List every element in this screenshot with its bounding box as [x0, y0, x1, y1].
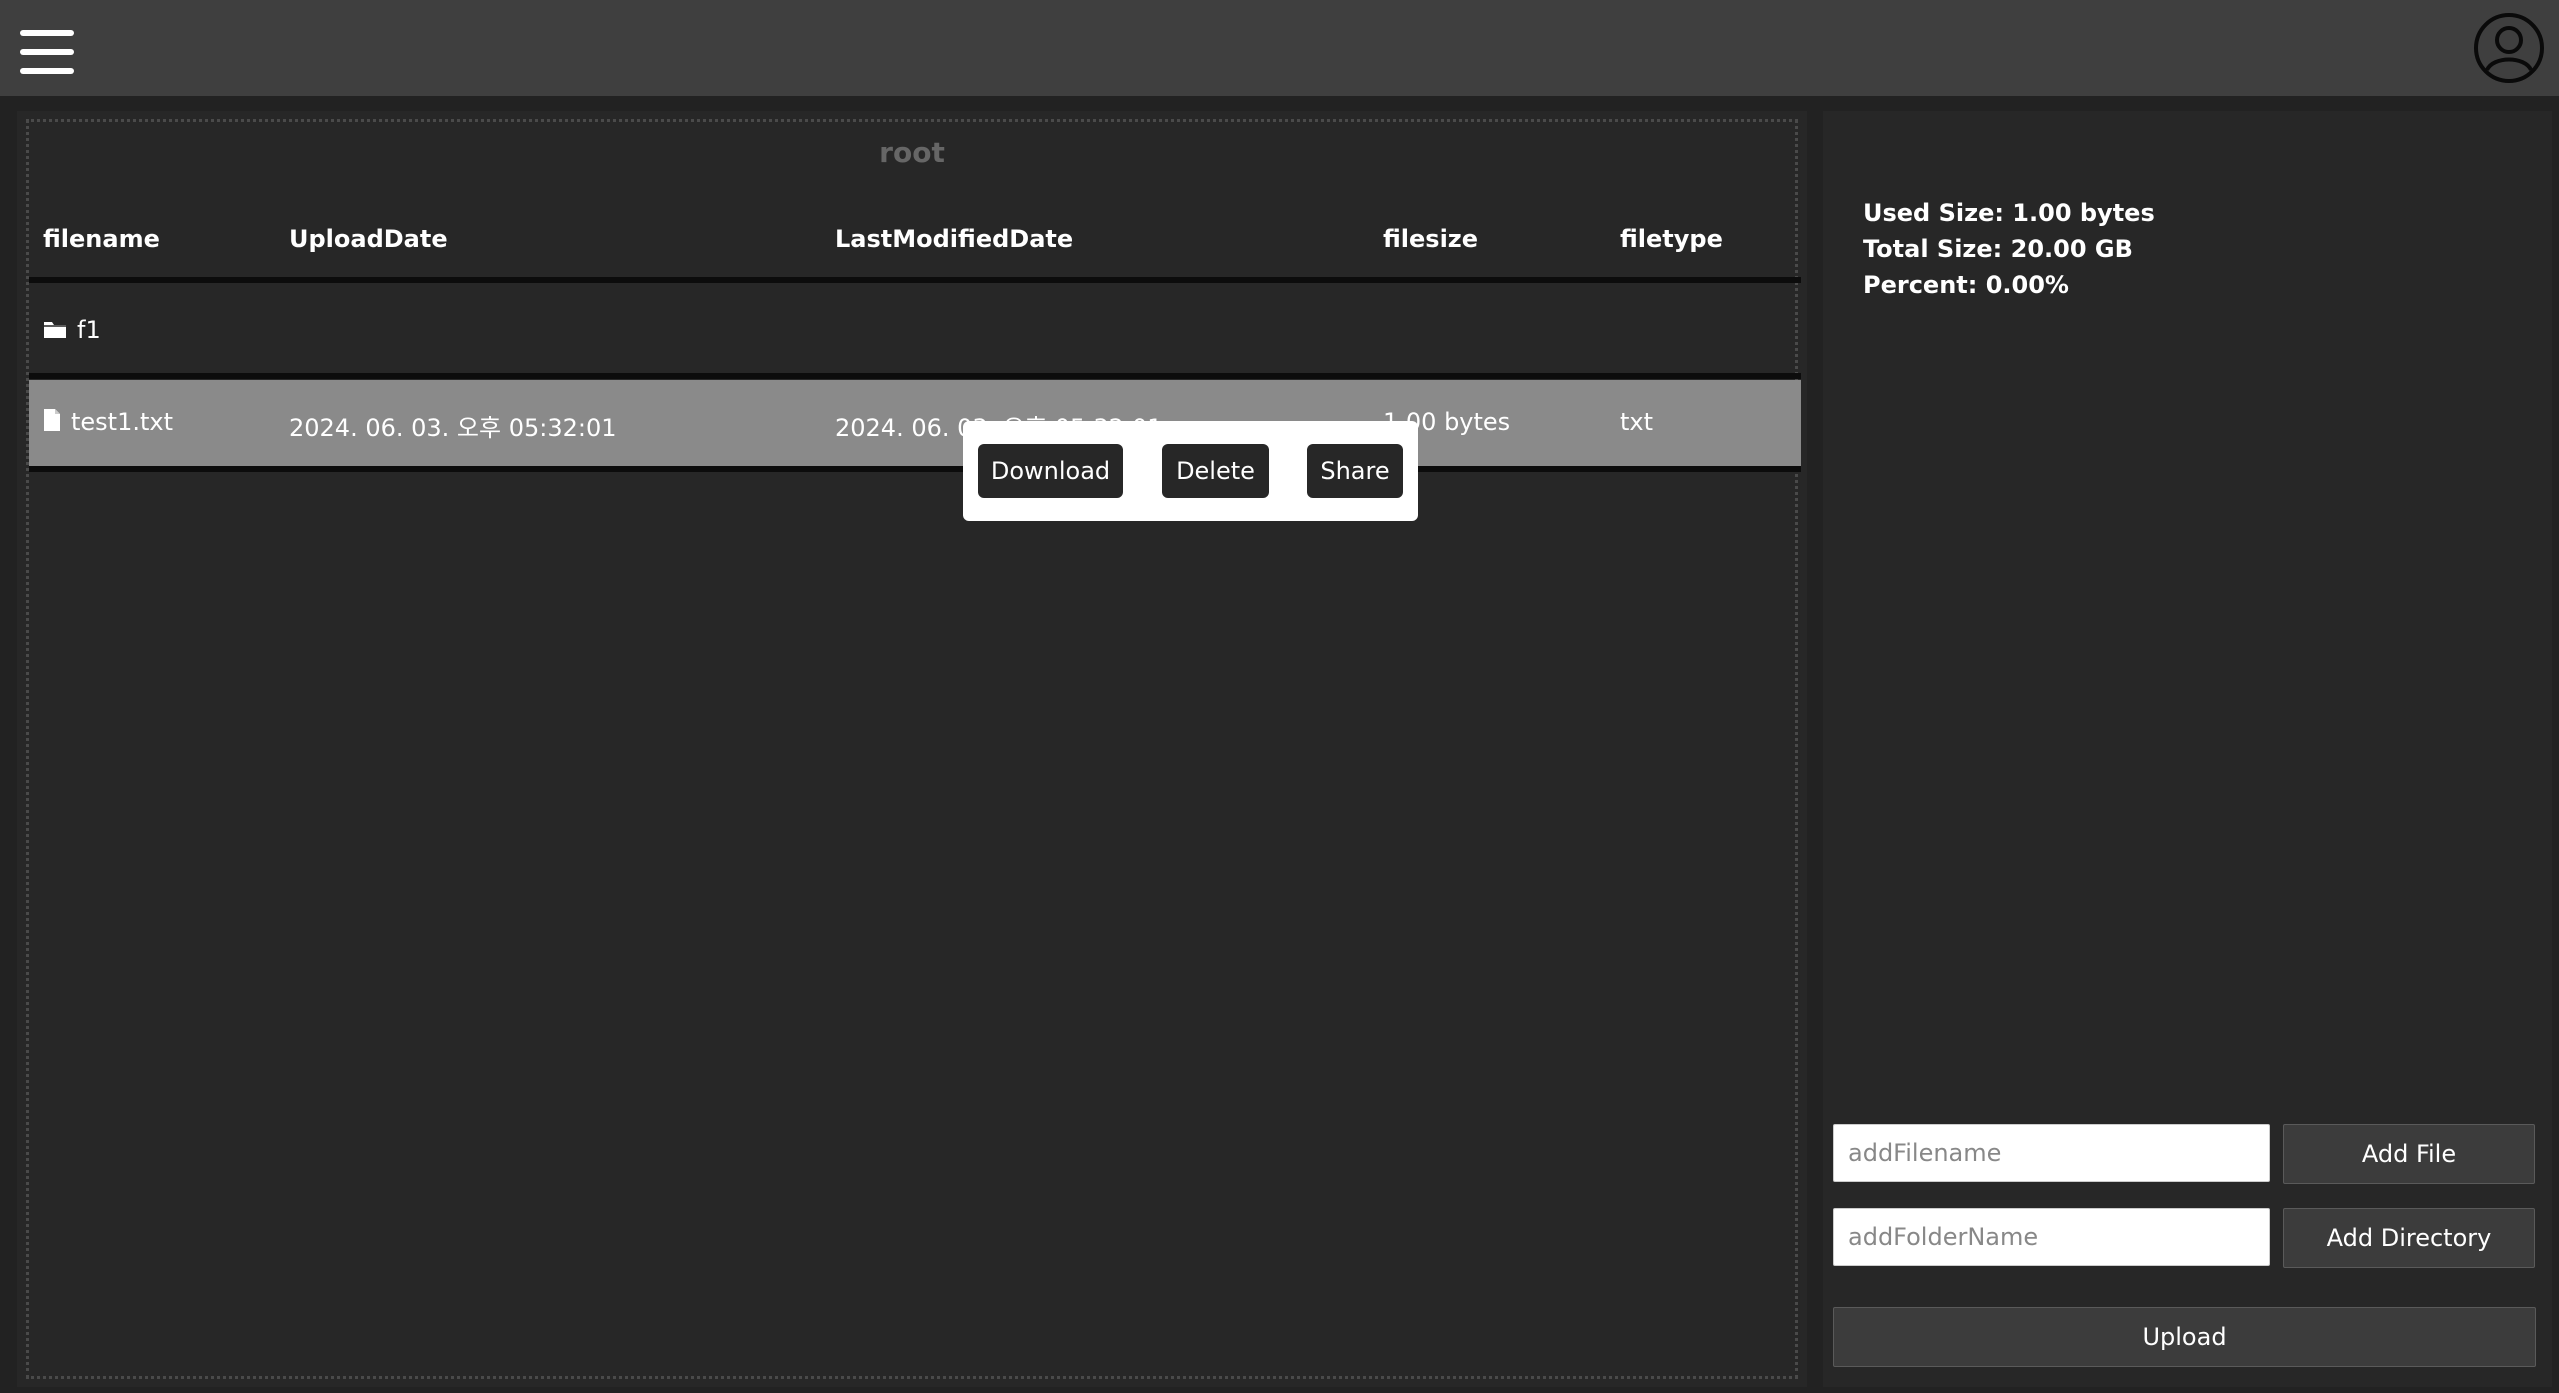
user-avatar-icon[interactable]	[2473, 12, 2545, 84]
file-icon	[43, 408, 61, 438]
download-button[interactable]: Download	[978, 444, 1123, 498]
delete-button[interactable]: Delete	[1162, 444, 1269, 498]
column-header-upload-date[interactable]: UploadDate	[289, 225, 448, 253]
filename-label: test1.txt	[71, 408, 174, 436]
share-button[interactable]: Share	[1307, 444, 1403, 498]
add-folder-name-input[interactable]	[1833, 1208, 2270, 1266]
column-header-modified-date[interactable]: LastModifiedDate	[835, 225, 1073, 253]
upload-button[interactable]: Upload	[1833, 1307, 2536, 1367]
column-header-filetype[interactable]: filetype	[1620, 225, 1723, 253]
hamburger-menu-icon[interactable]	[20, 30, 74, 74]
storage-stats: Used Size: 1.00 bytes Total Size: 20.00 …	[1863, 195, 2155, 303]
filename-label: f1	[77, 316, 101, 344]
add-file-button[interactable]: Add File	[2283, 1124, 2535, 1184]
add-filename-input[interactable]	[1833, 1124, 2270, 1182]
row-divider	[29, 466, 1801, 472]
file-drop-zone[interactable]: root filename UploadDate LastModifiedDat…	[26, 119, 1801, 1379]
row-divider	[29, 373, 1801, 379]
top-bar	[0, 0, 2559, 96]
used-size-label: Used Size: 1.00 bytes	[1863, 199, 2155, 227]
table-row[interactable]: test1.txt 2024. 06. 03. 오후 05:32:01 2024…	[29, 380, 1801, 466]
filename-cell: f1	[43, 316, 101, 345]
table-row[interactable]: f1	[29, 284, 1801, 376]
folder-icon	[43, 317, 67, 345]
filename-cell: test1.txt	[43, 408, 173, 438]
directory-title: root	[879, 136, 945, 169]
file-browser-panel: root filename UploadDate LastModifiedDat…	[17, 111, 1807, 1387]
upload-date-cell: 2024. 06. 03. 오후 05:32:01	[289, 414, 617, 442]
file-context-menu: Download Delete Share	[963, 421, 1418, 521]
column-header-filesize[interactable]: filesize	[1383, 225, 1478, 253]
percent-label: Percent: 0.00%	[1863, 271, 2069, 299]
header-divider	[29, 277, 1801, 283]
filetype-cell: txt	[1620, 408, 1654, 436]
column-header-filename[interactable]: filename	[43, 225, 160, 253]
storage-side-panel: Used Size: 1.00 bytes Total Size: 20.00 …	[1823, 111, 2552, 1387]
total-size-label: Total Size: 20.00 GB	[1863, 235, 2133, 263]
add-directory-button[interactable]: Add Directory	[2283, 1208, 2535, 1268]
